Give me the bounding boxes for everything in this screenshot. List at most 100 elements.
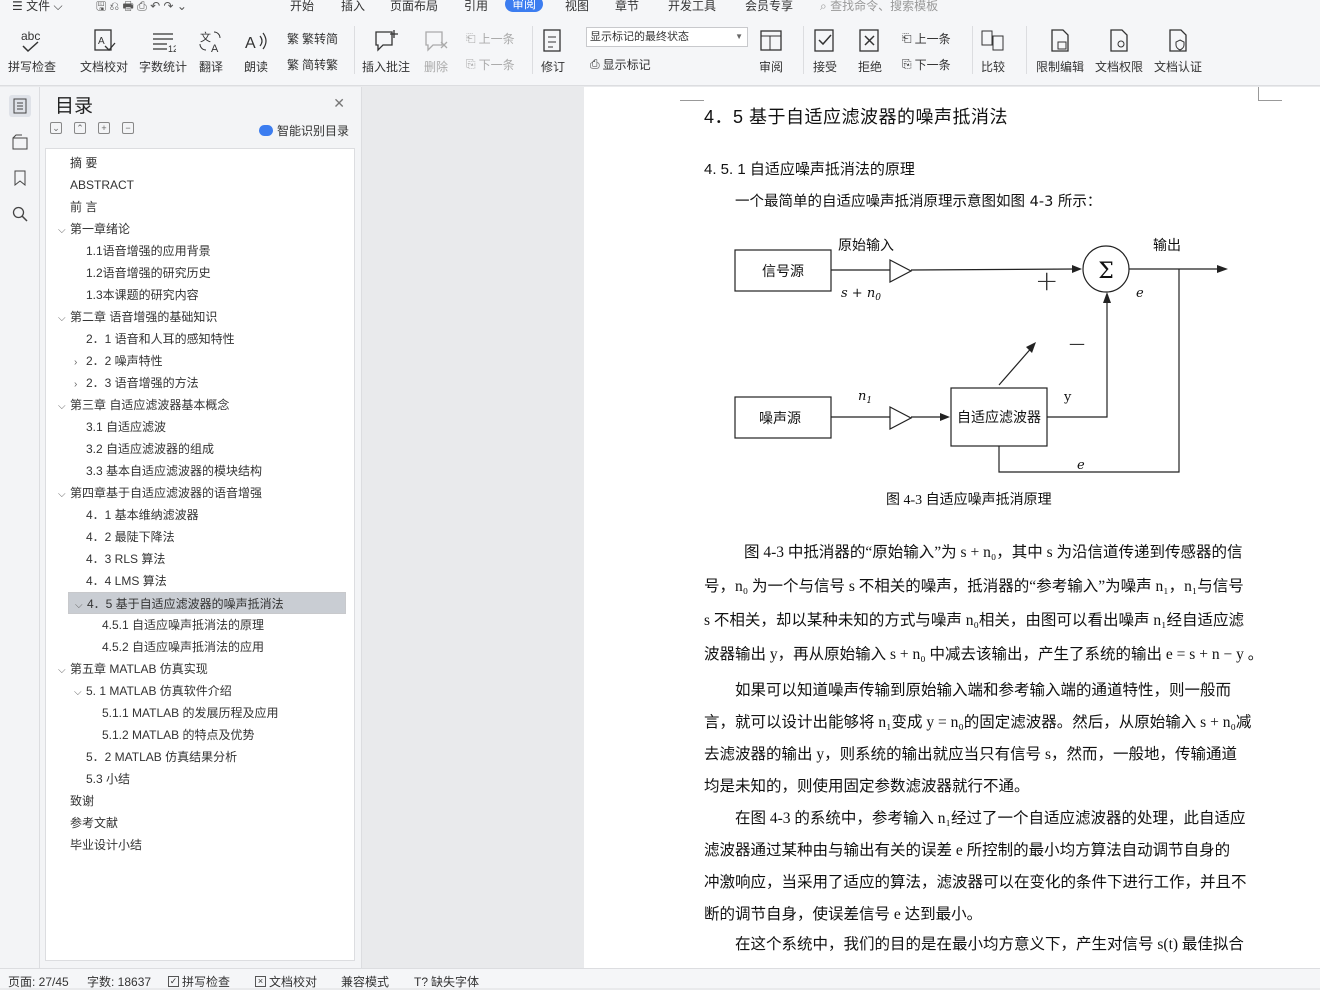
doc-permission-button[interactable]: 文档权限 bbox=[1095, 28, 1143, 75]
toc-item[interactable]: 4．1 基本维纳滤波器 bbox=[74, 504, 199, 526]
delete-comment-button[interactable]: 删除 bbox=[422, 28, 450, 75]
chevron-down-icon[interactable]: ⌵ bbox=[58, 484, 70, 506]
smart-toc-button[interactable]: 智能识别目录 bbox=[258, 122, 349, 139]
toc-item[interactable]: 5.1.2 MATLAB 的特点及优势 bbox=[90, 724, 254, 746]
toc-item-label: 第四章基于自适应滤波器的语音增强 bbox=[70, 486, 263, 500]
toc-item[interactable]: 3.2 自适应滤波器的组成 bbox=[74, 438, 214, 460]
toc-item-label: 参考文献 bbox=[70, 816, 119, 830]
bookmark-panel-button[interactable] bbox=[9, 167, 31, 189]
expand-all-icon[interactable]: ⌃ bbox=[74, 122, 86, 134]
simp-to-trad-button[interactable]: 繁简转繁 bbox=[287, 56, 338, 73]
revise-button[interactable]: 修订 bbox=[540, 28, 566, 75]
toc-item[interactable]: ABSTRACT bbox=[58, 174, 134, 196]
chevron-right-icon[interactable]: › bbox=[74, 352, 86, 374]
chevron-down-icon[interactable]: ⌵ bbox=[75, 595, 87, 617]
toc-item[interactable]: 2．1 语音和人耳的感知特性 bbox=[74, 328, 235, 350]
show-markup-button[interactable]: ⎙ 显示标记 bbox=[590, 56, 651, 73]
ribbon-divider bbox=[354, 26, 355, 74]
insert-comment-button[interactable]: 插入批注 bbox=[362, 28, 410, 75]
toc-item[interactable]: 致谢 bbox=[58, 790, 94, 812]
find-panel-button[interactable] bbox=[9, 203, 31, 225]
toc-item[interactable]: ⌵ 5. 1 MATLAB 仿真软件介绍 bbox=[74, 680, 232, 702]
tab-developer[interactable]: 开发工具 bbox=[668, 0, 716, 14]
tab-layout[interactable]: 页面布局 bbox=[390, 0, 438, 14]
tab-chapter[interactable]: 章节 bbox=[615, 0, 639, 14]
toc-item[interactable]: ⌵ 第三章 自适应滤波器基本概念 bbox=[58, 394, 229, 416]
missing-font-status[interactable]: T? 缺失字体 bbox=[414, 973, 479, 990]
toc-item[interactable]: ⌵ 第二章 语音增强的基础知识 bbox=[58, 306, 217, 328]
tab-start[interactable]: 开始 bbox=[290, 0, 314, 14]
tab-view[interactable]: 视图 bbox=[565, 0, 589, 14]
toc-item[interactable]: 4．3 RLS 算法 bbox=[74, 548, 165, 570]
trad-to-simp-button[interactable]: 繁繁转简 bbox=[287, 30, 338, 47]
command-search[interactable]: ⌕ 查找命令、搜索模板 bbox=[820, 0, 938, 14]
next-comment-button[interactable]: ⎘ 下一条 bbox=[466, 56, 515, 73]
body-line: 在这个系统中，我们的目的是在最小均方意义下，产生对信号 s(t) 最佳拟合 bbox=[735, 936, 1244, 953]
toc-item[interactable]: ⌵ 第四章基于自适应滤波器的语音增强 bbox=[58, 482, 262, 504]
toc-item[interactable]: 1.3本课题的研究内容 bbox=[74, 284, 199, 306]
prev-comment-icon: ⎗ bbox=[466, 31, 476, 45]
toc-item[interactable]: 3.1 自适应滤波 bbox=[74, 416, 166, 438]
doc-certify-button[interactable]: 文档认证 bbox=[1154, 28, 1202, 75]
remove-heading-icon[interactable]: − bbox=[122, 122, 134, 134]
page-indicator[interactable]: 页面: 27/45 bbox=[8, 973, 69, 990]
proof-status[interactable]: × 文档校对 bbox=[255, 973, 317, 990]
chevron-down-icon[interactable]: ⌵ bbox=[58, 396, 70, 418]
quick-access-icons[interactable]: 🖫 ⎌ 🖶 ⎙ ↶ ↷ ⌄ bbox=[96, 0, 187, 14]
file-menu[interactable]: ☰ 文件 ⌵ bbox=[12, 0, 63, 14]
chevron-down-icon[interactable]: ⌵ bbox=[58, 660, 70, 682]
spell-check-status[interactable]: ✓ 拼写检查 bbox=[168, 973, 230, 990]
toc-item[interactable]: 毕业设计小结 bbox=[58, 834, 142, 856]
document-page[interactable]: 4．5 基于自适应滤波器的噪声抵消法 4. 5. 1 自适应噪声抵消法的原理 一… bbox=[584, 87, 1320, 968]
doc-proof-button[interactable]: A 文档校对 bbox=[80, 28, 128, 75]
toc-item[interactable]: 1.1语音增强的应用背景 bbox=[74, 240, 211, 262]
toc-item[interactable]: 前 言 bbox=[58, 196, 97, 218]
accept-button[interactable]: 接受 bbox=[812, 28, 838, 75]
next-change-button[interactable]: ⎘ 下一条 bbox=[902, 56, 951, 73]
toc-item[interactable]: 4．4 LMS 算法 bbox=[74, 570, 167, 592]
toc-item[interactable]: ⌵ 第五章 MATLAB 仿真实现 bbox=[58, 658, 208, 680]
toc-item[interactable]: 4.5.2 自适应噪声抵消法的应用 bbox=[90, 636, 264, 658]
restrict-edit-button[interactable]: 限制编辑 bbox=[1036, 28, 1084, 75]
review-pane-label: 审阅 bbox=[758, 60, 783, 74]
word-count-button[interactable]: 12 字数统计 bbox=[139, 28, 187, 75]
toc-item-label: 4.5.1 自适应噪声抵消法的原理 bbox=[102, 618, 265, 632]
collapse-all-icon[interactable]: ⌄ bbox=[50, 122, 62, 134]
toc-panel-button[interactable] bbox=[9, 95, 31, 117]
toc-item[interactable]: › 2．2 噪声特性 bbox=[74, 350, 163, 372]
tab-insert[interactable]: 插入 bbox=[341, 0, 365, 14]
add-heading-icon[interactable]: + bbox=[98, 122, 110, 134]
tab-member[interactable]: 会员专享 bbox=[745, 0, 793, 14]
compare-button[interactable]: 比较 bbox=[980, 28, 1006, 75]
toc-item[interactable]: 5．2 MATLAB 仿真结果分析 bbox=[74, 746, 237, 768]
tab-review[interactable]: 审阅 bbox=[505, 0, 544, 12]
toc-item[interactable]: › 2．3 语音增强的方法 bbox=[74, 372, 199, 394]
toc-item[interactable]: 3.3 基本自适应滤波器的模块结构 bbox=[74, 460, 262, 482]
word-count-indicator[interactable]: 字数: 18637 bbox=[87, 973, 151, 990]
tab-reference[interactable]: 引用 bbox=[464, 0, 488, 14]
toc-item[interactable]: 4．2 最陡下降法 bbox=[74, 526, 175, 548]
chevron-down-icon[interactable]: ⌵ bbox=[74, 682, 86, 704]
toc-item[interactable]: 摘 要 bbox=[58, 152, 97, 174]
read-aloud-button[interactable]: A 朗读 bbox=[243, 28, 269, 75]
toc-item[interactable]: 4.5.1 自适应噪声抵消法的原理 bbox=[90, 614, 264, 636]
spell-check-button[interactable]: abc 拼写检查 bbox=[8, 28, 56, 75]
toc-item[interactable]: 5.1.1 MATLAB 的发展历程及应用 bbox=[90, 702, 278, 724]
review-pane-button[interactable]: 审阅 bbox=[758, 28, 784, 75]
chevron-right-icon[interactable]: › bbox=[74, 374, 86, 396]
toc-item[interactable]: ⌵ 第一章绪论 bbox=[58, 218, 130, 240]
toc-item[interactable]: 5.3 小结 bbox=[74, 768, 130, 790]
toc-item[interactable]: ⌵ 4．5 基于自适应滤波器的噪声抵消法 bbox=[68, 592, 346, 614]
prev-change-button[interactable]: ⎗ 上一条 bbox=[902, 30, 951, 47]
chevron-down-icon[interactable]: ⌵ bbox=[58, 308, 70, 330]
chapter-panel-button[interactable] bbox=[9, 131, 31, 153]
reject-button[interactable]: 拒绝 bbox=[857, 28, 883, 75]
chapter-icon bbox=[12, 134, 28, 150]
translate-button[interactable]: 文A 翻译 bbox=[198, 28, 224, 75]
close-icon[interactable]: ✕ bbox=[333, 95, 345, 112]
toc-item[interactable]: 参考文献 bbox=[58, 812, 118, 834]
markup-state-select[interactable]: 显示标记的最终状态 ▼ bbox=[586, 27, 748, 47]
prev-comment-button[interactable]: ⎗ 上一条 bbox=[466, 30, 515, 47]
chevron-down-icon[interactable]: ⌵ bbox=[58, 220, 70, 242]
toc-item[interactable]: 1.2语音增强的研究历史 bbox=[74, 262, 211, 284]
